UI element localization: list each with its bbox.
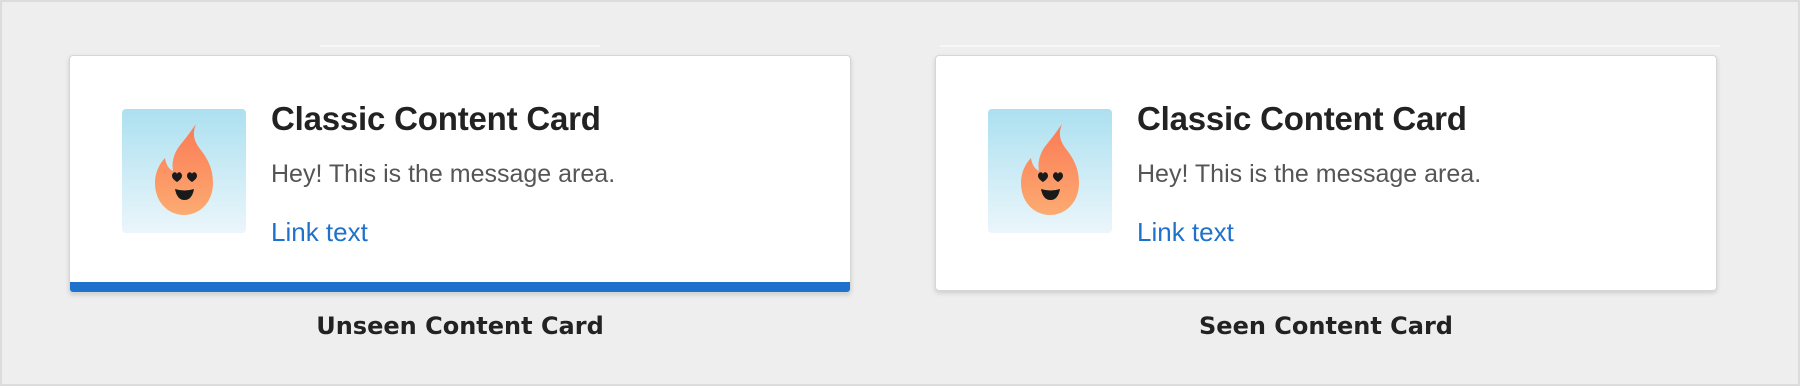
card-message: Hey! This is the message area. [1137, 160, 1482, 188]
card-image [122, 109, 246, 233]
card-link[interactable]: Link text [271, 217, 368, 248]
divider [320, 45, 600, 47]
flame-face-icon [122, 109, 246, 233]
divider [940, 45, 1720, 47]
unseen-content-card[interactable]: Classic Content Card Hey! This is the me… [69, 55, 851, 293]
card-image [988, 109, 1112, 233]
card-title: Classic Content Card [1137, 100, 1467, 137]
card-link[interactable]: Link text [1137, 217, 1234, 248]
unseen-indicator-bar [70, 282, 850, 292]
card-caption: Seen Content Card [1199, 312, 1453, 340]
seen-content-card[interactable]: Classic Content Card Hey! This is the me… [935, 55, 1717, 291]
card-title: Classic Content Card [271, 100, 601, 137]
card-caption: Unseen Content Card [316, 312, 604, 340]
flame-face-icon [988, 109, 1112, 233]
card-message: Hey! This is the message area. [271, 160, 616, 188]
